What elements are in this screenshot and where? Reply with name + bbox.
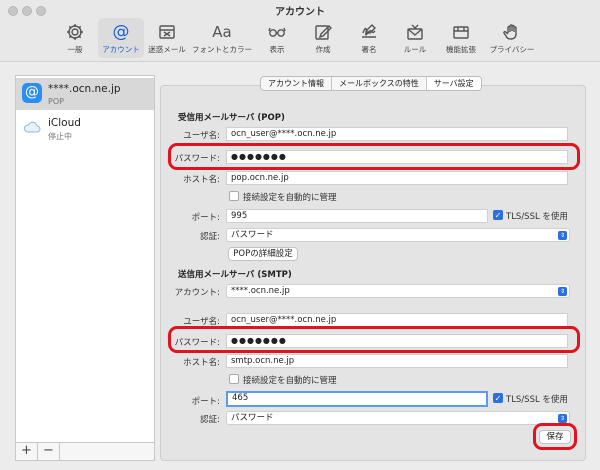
toolbar-label: 一般 — [67, 45, 83, 54]
outgoing-port-label: ポート: — [191, 397, 220, 407]
toolbar-signatures[interactable]: 署名 — [346, 18, 392, 58]
incoming-server-title: 受信用メールサーバ (POP) — [178, 113, 285, 123]
settings-tabs: アカウント情報 メールボックスの特性 サーバ設定 — [260, 76, 482, 91]
window-title: アカウント — [275, 7, 325, 18]
toolbar-label: 機能拡張 — [446, 45, 476, 54]
outgoing-server-title: 送信用メールサーバ (SMTP) — [178, 270, 292, 280]
account-item-icloud[interactable]: iCloud 停止中 — [16, 112, 154, 144]
outgoing-auth-select[interactable]: パスワード ⇕ — [226, 411, 570, 425]
outgoing-auth-value: パスワード — [231, 413, 274, 423]
incoming-auth-select[interactable]: パスワード ⇕ — [226, 228, 570, 242]
extensions-icon — [451, 21, 471, 43]
incoming-tls-label: TLS/SSL を使用 — [506, 212, 568, 222]
toolbar-extensions[interactable]: 機能拡張 — [438, 18, 484, 58]
outgoing-host-label: ホスト名: — [183, 358, 220, 368]
toolbar-accounts[interactable]: @ アカウント — [98, 18, 144, 58]
tab-mailbox-behaviors[interactable]: メールボックスの特性 — [332, 77, 427, 90]
toolbar-general[interactable]: 一般 — [52, 18, 98, 58]
toolbar-rules[interactable]: ルール — [392, 18, 438, 58]
preferences-toolbar: 一般 @ アカウント 迷惑メール Aa フォントとカラー 表示 作成 署名 ルー… — [52, 18, 540, 60]
toolbar-viewing[interactable]: 表示 — [254, 18, 300, 58]
pop-advanced-settings-button[interactable]: POPの詳細設定 — [228, 247, 298, 261]
add-account-button[interactable]: + — [16, 443, 38, 460]
at-sign-icon: @ — [112, 22, 130, 42]
gear-icon — [65, 21, 85, 43]
toolbar-junk[interactable]: 迷惑メール — [144, 18, 190, 58]
hand-icon — [502, 21, 522, 43]
outgoing-auto-manage-checkbox[interactable] — [229, 374, 239, 384]
outgoing-auto-manage-label: 接続設定を自動的に管理 — [243, 376, 337, 386]
toolbar-label: 作成 — [315, 45, 331, 54]
outgoing-port-field[interactable]: 465 — [226, 391, 488, 407]
account-item-ocn[interactable]: @ ****.ocn.ne.jp POP — [16, 78, 154, 110]
outgoing-tls-label: TLS/SSL を使用 — [506, 395, 568, 405]
outgoing-account-value: ****.ocn.ne.jp — [231, 286, 290, 296]
toolbar-label: プライバシー — [489, 45, 535, 54]
chevron-updown-icon: ⇕ — [558, 231, 567, 240]
incoming-username-field[interactable]: ocn_user@****.ocn.ne.jp — [226, 127, 568, 141]
toolbar-label: フォントとカラー — [192, 45, 252, 54]
toolbar-label: 署名 — [361, 45, 377, 54]
font-aa-icon: Aa — [212, 23, 232, 41]
rules-envelope-icon — [405, 21, 425, 43]
toolbar-label: 表示 — [269, 45, 285, 54]
toolbar-composing[interactable]: 作成 — [300, 18, 346, 58]
outgoing-account-label: アカウント: — [174, 288, 220, 298]
sidebar-footer: + − — [16, 442, 154, 460]
incoming-tls-checkbox[interactable]: ✓ — [493, 210, 503, 220]
tab-server-settings[interactable]: サーバ設定 — [426, 77, 481, 90]
outgoing-auth-label: 認証: — [200, 415, 220, 425]
at-mail-account-icon: @ — [22, 83, 42, 103]
toolbar-label: ルール — [403, 45, 427, 54]
compose-icon — [313, 21, 333, 43]
incoming-port-field[interactable]: 995 — [226, 209, 488, 223]
account-type: POP — [48, 97, 64, 106]
incoming-password-highlight — [168, 143, 580, 170]
outgoing-username-field[interactable]: ocn_user@****.ocn.ne.jp — [226, 313, 568, 327]
incoming-auth-value: パスワード — [231, 230, 274, 240]
title-bar: アカウント 一般 @ アカウント 迷惑メール Aa フォントとカラー 表示 作成… — [0, 0, 600, 62]
icloud-icon — [22, 117, 42, 137]
account-name: ****.ocn.ne.jp — [48, 83, 121, 95]
incoming-port-label: ポート: — [191, 213, 220, 223]
incoming-auth-label: 認証: — [200, 232, 220, 242]
preferences-window: アカウント 一般 @ アカウント 迷惑メール Aa フォントとカラー 表示 作成… — [0, 0, 600, 470]
save-button-highlight — [533, 423, 577, 450]
signature-icon — [359, 21, 379, 43]
incoming-host-label: ホスト名: — [183, 175, 220, 185]
remove-account-button[interactable]: − — [38, 443, 60, 460]
accounts-sidebar: @ ****.ocn.ne.jp POP iCloud 停止中 + − — [15, 75, 155, 461]
incoming-username-label: ユーザ名: — [183, 131, 220, 141]
outgoing-tls-checkbox[interactable]: ✓ — [493, 393, 503, 403]
incoming-host-field[interactable]: pop.ocn.ne.jp — [226, 171, 568, 185]
chevron-updown-icon: ⇕ — [558, 414, 567, 423]
outgoing-password-highlight — [168, 326, 580, 353]
incoming-auto-manage-label: 接続設定を自動的に管理 — [243, 193, 337, 203]
toolbar-label: アカウント — [102, 45, 140, 54]
account-status: 停止中 — [48, 132, 72, 141]
tab-account-info[interactable]: アカウント情報 — [261, 77, 332, 90]
junk-tray-icon — [157, 21, 177, 43]
outgoing-host-field[interactable]: smtp.ocn.ne.jp — [226, 354, 568, 368]
outgoing-account-select[interactable]: ****.ocn.ne.jp ⇕ — [226, 284, 570, 298]
toolbar-fonts[interactable]: Aa フォントとカラー — [190, 18, 254, 58]
toolbar-privacy[interactable]: プライバシー — [484, 18, 540, 58]
account-name: iCloud — [48, 117, 81, 129]
chevron-updown-icon: ⇕ — [558, 287, 567, 296]
incoming-auto-manage-checkbox[interactable] — [229, 191, 239, 201]
glasses-icon — [267, 21, 287, 43]
toolbar-label: 迷惑メール — [148, 45, 186, 54]
